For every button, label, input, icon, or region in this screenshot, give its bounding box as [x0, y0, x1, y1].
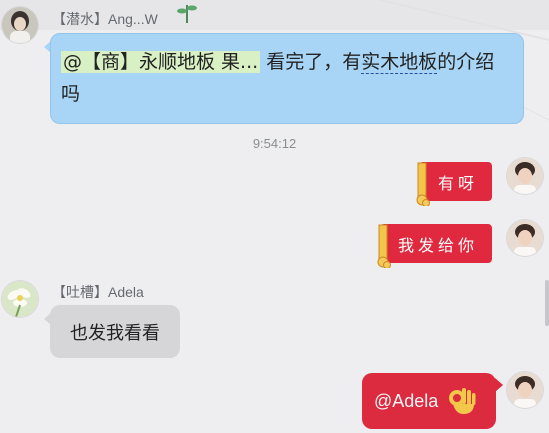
message-bubble-mention[interactable]: @Adela	[362, 373, 496, 429]
message-text: 有呀	[437, 173, 478, 193]
avatar-self[interactable]	[507, 372, 543, 408]
message-bubble[interactable]: 也发我看看	[50, 305, 180, 358]
timestamp: 9:54:12	[252, 136, 297, 151]
avatar-ang[interactable]	[2, 7, 38, 43]
ok-hand-emoji-icon	[449, 388, 476, 415]
avatar-adela[interactable]	[2, 281, 38, 317]
scroll-icon	[416, 162, 430, 206]
message-text: 的介绍	[437, 51, 495, 73]
sender-name: 【潜水】Ang...W	[52, 11, 158, 27]
mention-tag[interactable]: @【商】永顺地板 果...	[61, 51, 261, 73]
mention-tag[interactable]: @Adela	[374, 391, 438, 412]
message-text: 我发给你	[397, 235, 478, 255]
message-text: 也发我看看	[70, 322, 160, 344]
plant-icon	[177, 5, 197, 23]
avatar-self[interactable]	[507, 220, 543, 256]
bubble-tail	[495, 378, 503, 392]
message-bubble-reply-2[interactable]: 我发给你	[380, 224, 492, 263]
keyword-link[interactable]: 实木地板	[361, 51, 438, 74]
scrollbar-thumb[interactable]	[545, 280, 549, 326]
message-bubble[interactable]: @【商】永顺地板 果... 看完了，有实木地板的介绍吗	[50, 33, 524, 124]
avatar-self[interactable]	[507, 158, 543, 194]
scroll-icon	[377, 224, 391, 268]
sender-name: 【吐槽】Adela	[52, 284, 144, 300]
message-text: 看完了，有	[260, 51, 362, 73]
message-text: 吗	[61, 83, 81, 105]
